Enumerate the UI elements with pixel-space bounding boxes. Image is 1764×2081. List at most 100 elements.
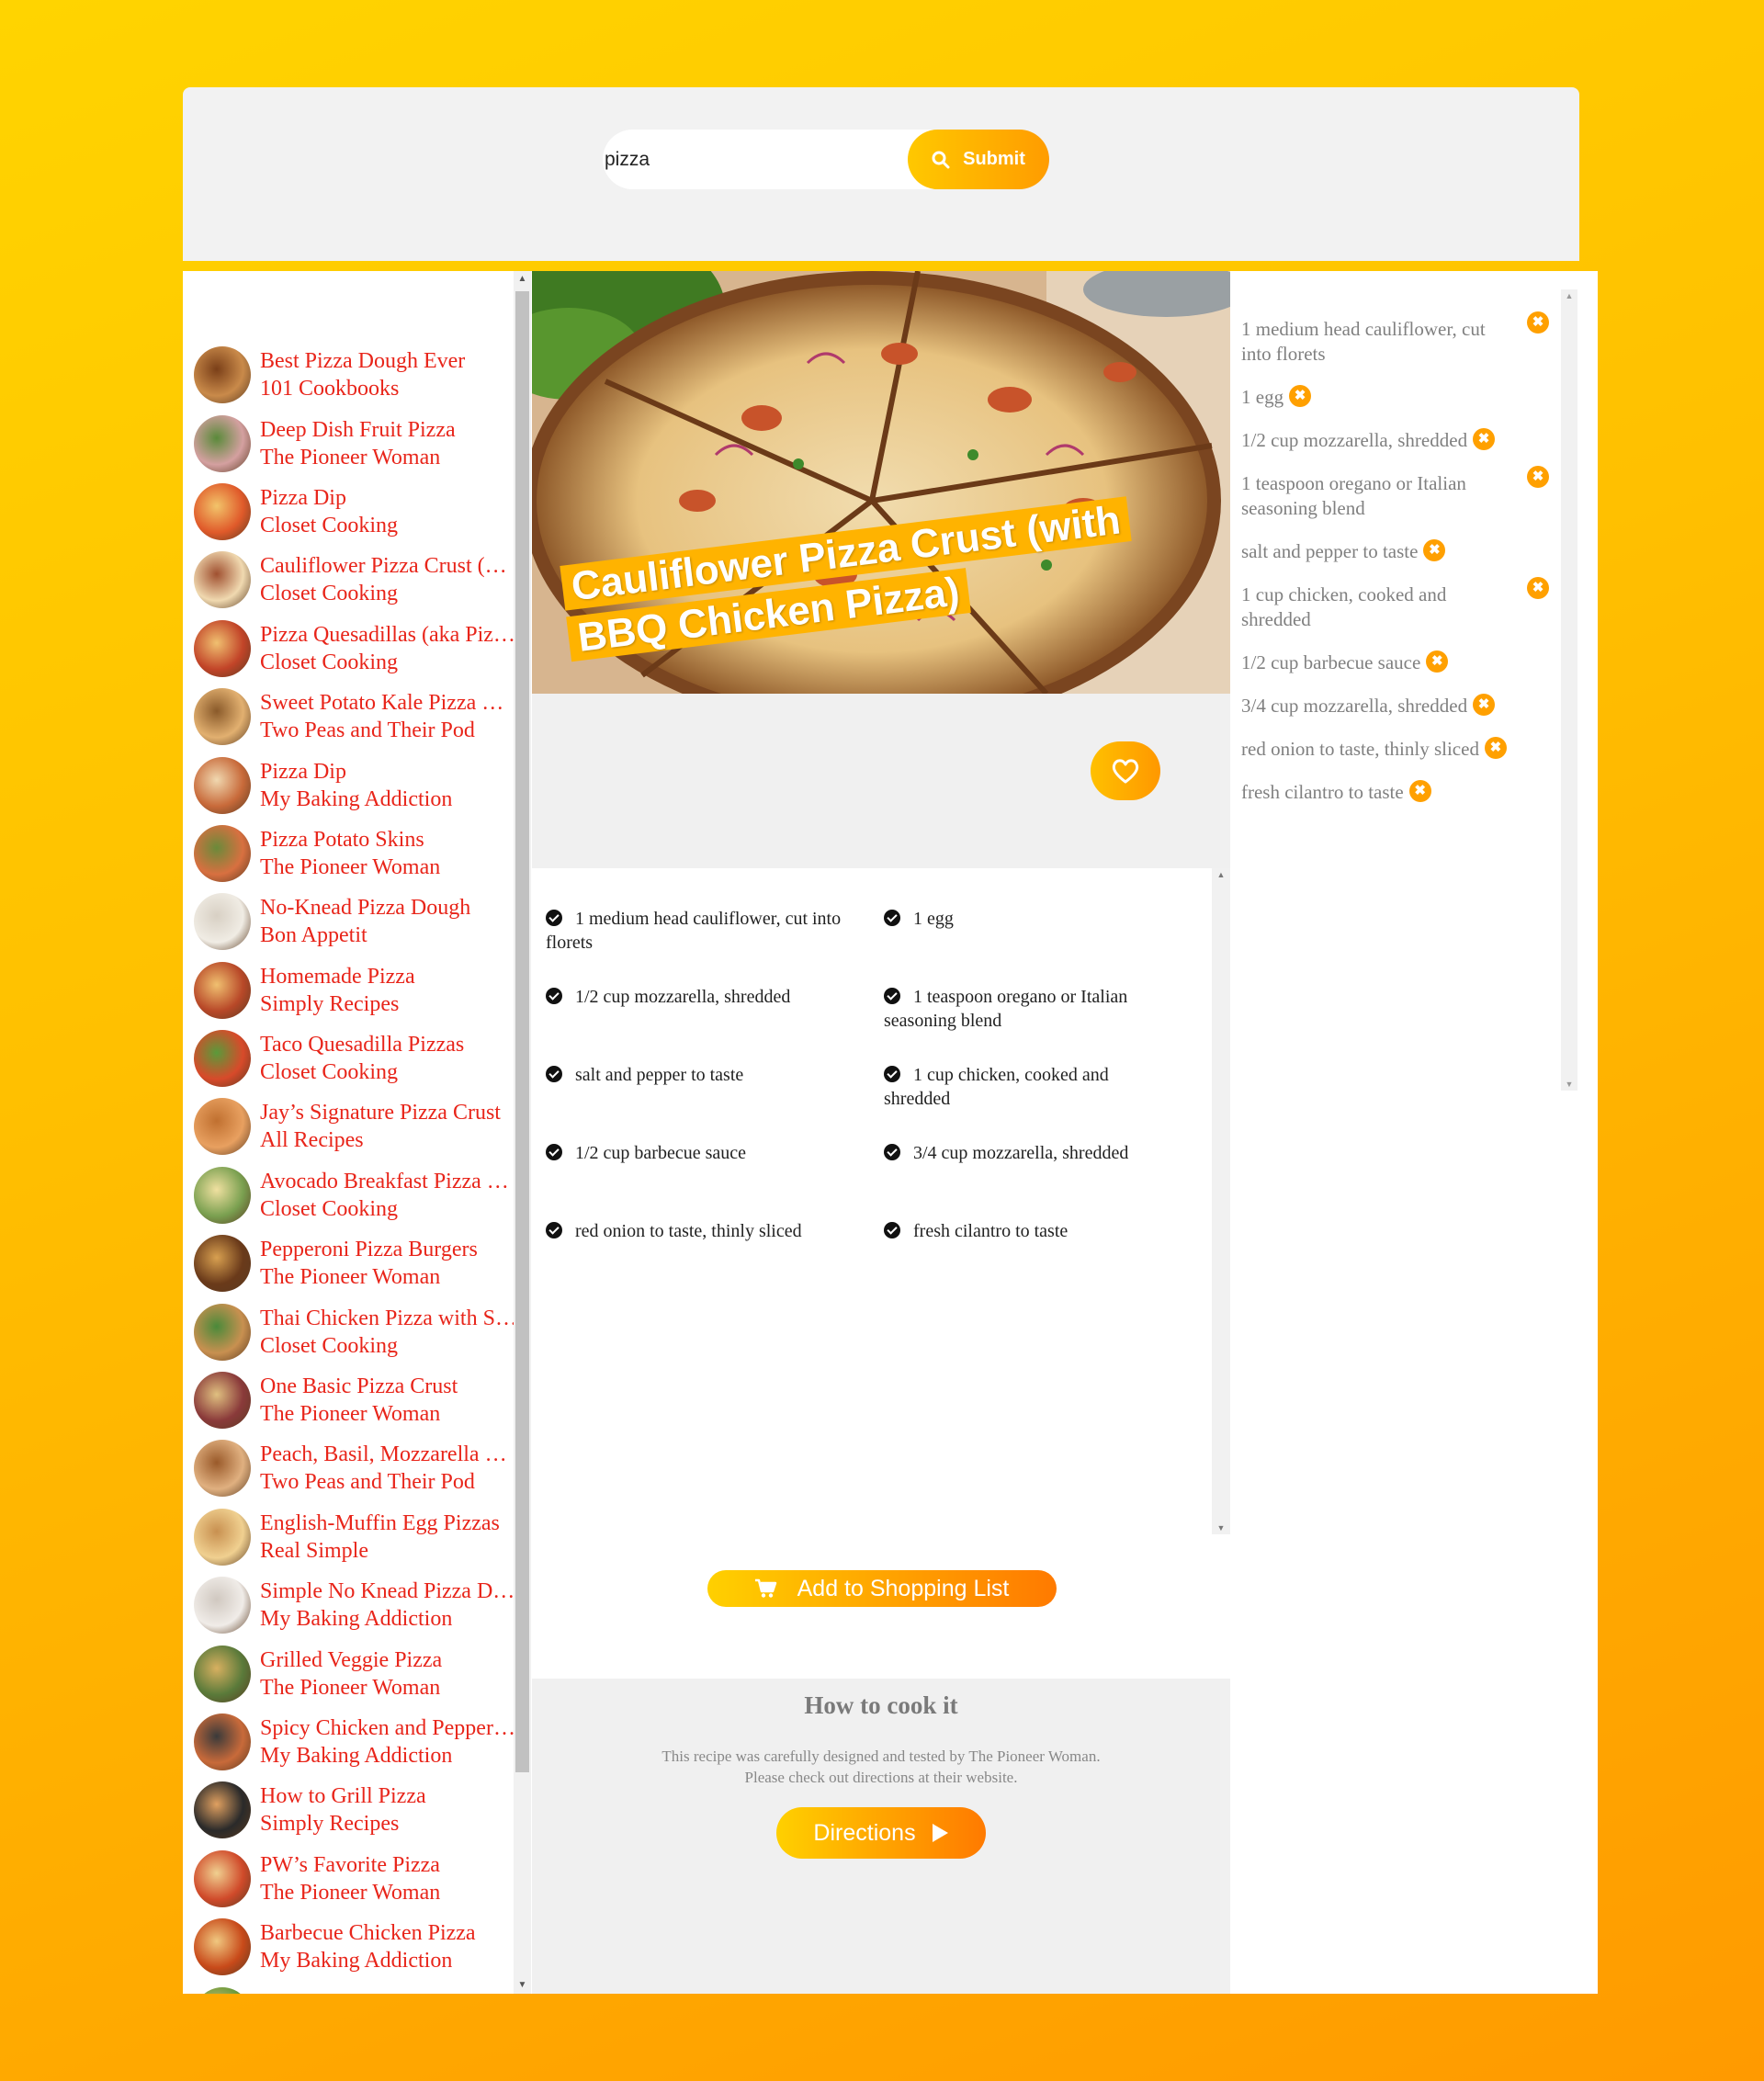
recipe-text: One Basic Pizza Crust The Pioneer Woman <box>260 1373 519 1428</box>
results-scrollbar-thumb[interactable] <box>515 291 529 1772</box>
list-item[interactable]: Best Pizza Dough Ever 101 Cookbooks <box>194 341 525 409</box>
list-item[interactable]: Pizza Dip My Baking Addiction <box>194 751 525 819</box>
scroll-down-icon[interactable]: ▼ <box>1212 1521 1230 1534</box>
remove-icon[interactable]: ✖ <box>1426 650 1449 673</box>
ingredient-item: 1/2 cup mozzarella, shredded <box>546 985 884 1063</box>
recipe-title-link[interactable]: English-Muffin Egg Pizzas <box>260 1510 519 1537</box>
list-item[interactable]: Cauliflower Pizza Crust (with BBQ Chicke… <box>194 546 525 614</box>
list-item[interactable]: English-Muffin Egg Pizzas Real Simple <box>194 1503 525 1571</box>
remove-icon[interactable]: ✖ <box>1527 577 1549 599</box>
list-item[interactable]: How to Grill Pizza Simply Recipes <box>194 1776 525 1844</box>
list-item[interactable]: Pepperoni Pizza Burgers The Pioneer Woma… <box>194 1229 525 1297</box>
recipe-title-link[interactable]: Jay’s Signature Pizza Crust <box>260 1099 519 1126</box>
shopping-item-text: 1/2 cup barbecue sauce <box>1241 651 1421 673</box>
scroll-up-icon[interactable]: ▲ <box>515 271 529 288</box>
list-item[interactable]: Pizza Quesadillas (aka Pizzadillas) Clos… <box>194 615 525 683</box>
remove-icon[interactable]: ✖ <box>1527 466 1549 488</box>
recipe-thumbnail <box>194 688 251 746</box>
list-item[interactable]: Homemade Pizza Simply Recipes <box>194 956 525 1024</box>
recipe-title-link[interactable]: Avocado Breakfast Pizza with Fried Egg <box>260 1168 519 1195</box>
recipe-title-link[interactable]: Pizza Quesadillas (aka Pizzadillas) <box>260 621 519 649</box>
list-item[interactable]: Avocado Pita Pizza with Cilantro Sauce <box>194 1981 525 1994</box>
recipe-title-link[interactable]: Taco Quesadilla Pizzas <box>260 1031 519 1058</box>
recipe-title-link[interactable]: Homemade Pizza <box>260 963 519 990</box>
list-item[interactable]: Avocado Breakfast Pizza with Fried Egg C… <box>194 1161 525 1229</box>
recipe-title-link[interactable]: Barbecue Chicken Pizza <box>260 1919 519 1947</box>
recipe-title-link[interactable]: Thai Chicken Pizza with Sweet Chili Sauc… <box>260 1305 519 1332</box>
recipe-title-link[interactable]: No-Knead Pizza Dough <box>260 894 519 922</box>
search-input[interactable] <box>603 130 933 189</box>
list-item[interactable]: No-Knead Pizza Dough Bon Appetit <box>194 888 525 956</box>
shopping-item-text: red onion to taste, thinly sliced <box>1241 738 1479 760</box>
list-item[interactable]: Pizza Potato Skins The Pioneer Woman <box>194 820 525 888</box>
shopping-list-item: 1/2 cup barbecue sauce ✖ <box>1241 650 1549 675</box>
recipe-title-link[interactable]: Cauliflower Pizza Crust (with BBQ Chicke… <box>260 552 519 580</box>
scroll-down-icon[interactable]: ▼ <box>1561 1078 1577 1091</box>
recipe-title-link[interactable]: Sweet Potato Kale Pizza with Rosemary & … <box>260 689 519 717</box>
shopping-item-text: 1 medium head cauliflower, cut into flor… <box>1241 318 1486 365</box>
recipe-text: Peach, Basil, Mozzarella & Balsamic Pizz… <box>260 1441 519 1496</box>
list-item[interactable]: Deep Dish Fruit Pizza The Pioneer Woman <box>194 409 525 477</box>
results-sidebar[interactable]: Best Pizza Dough Ever 101 Cookbooks Deep… <box>183 271 532 1994</box>
recipe-source: The Pioneer Woman <box>260 854 441 879</box>
list-item[interactable]: Pizza Dip Closet Cooking <box>194 478 525 546</box>
recipe-title-link[interactable]: Pizza Potato Skins <box>260 826 519 854</box>
recipe-text: English-Muffin Egg Pizzas Real Simple <box>260 1510 519 1565</box>
recipe-title-link[interactable]: Deep Dish Fruit Pizza <box>260 416 519 444</box>
directions-button[interactable]: Directions <box>776 1807 986 1859</box>
list-item[interactable]: One Basic Pizza Crust The Pioneer Woman <box>194 1366 525 1434</box>
recipe-text: Taco Quesadilla Pizzas Closet Cooking <box>260 1031 519 1086</box>
recipe-title-link[interactable]: One Basic Pizza Crust <box>260 1373 519 1400</box>
recipe-title-link[interactable]: Pizza Dip <box>260 758 519 786</box>
recipe-title-link[interactable]: Pepperoni Pizza Burgers <box>260 1236 519 1263</box>
remove-icon[interactable]: ✖ <box>1484 737 1507 759</box>
recipe-title-link[interactable]: Best Pizza Dough Ever <box>260 347 519 375</box>
recipe-source: Closet Cooking <box>260 1333 399 1358</box>
list-item[interactable]: Thai Chicken Pizza with Sweet Chili Sauc… <box>194 1297 525 1365</box>
remove-icon[interactable]: ✖ <box>1527 311 1549 334</box>
list-item[interactable]: Barbecue Chicken Pizza My Baking Addicti… <box>194 1913 525 1981</box>
recipe-text: Deep Dish Fruit Pizza The Pioneer Woman <box>260 416 519 471</box>
ingredient-item: salt and pepper to taste <box>546 1063 884 1141</box>
list-item[interactable]: Jay’s Signature Pizza Crust All Recipes <box>194 1092 525 1160</box>
list-item[interactable]: PW’s Favorite Pizza The Pioneer Woman <box>194 1845 525 1913</box>
remove-icon[interactable]: ✖ <box>1473 428 1496 450</box>
list-item[interactable]: Taco Quesadilla Pizzas Closet Cooking <box>194 1024 525 1092</box>
recipe-thumbnail <box>194 824 251 882</box>
shopping-list-scrollbar[interactable]: ▲ ▼ <box>1561 289 1577 1091</box>
list-item[interactable]: Peach, Basil, Mozzarella & Balsamic Pizz… <box>194 1434 525 1502</box>
recipe-source: Real Simple <box>260 1538 368 1563</box>
add-to-shopping-list-button[interactable]: Add to Shopping List <box>707 1570 1057 1607</box>
ingredients-scrollbar[interactable]: ▲ ▼ <box>1212 868 1230 1534</box>
recipe-title-link[interactable]: PW’s Favorite Pizza <box>260 1851 519 1879</box>
recipe-source: My Baking Addiction <box>260 1744 453 1768</box>
scroll-up-icon[interactable]: ▲ <box>1561 289 1577 302</box>
recipe-text: Grilled Veggie Pizza The Pioneer Woman <box>260 1646 519 1702</box>
list-item[interactable]: Grilled Veggie Pizza The Pioneer Woman <box>194 1639 525 1707</box>
favorite-button[interactable] <box>1091 741 1160 800</box>
recipe-title-link[interactable]: Simple No Knead Pizza Dough <box>260 1578 519 1605</box>
recipe-title-link[interactable]: Spicy Chicken and Pepper Jack Pizza <box>260 1714 519 1742</box>
shopping-item-text: 1 cup chicken, cooked and shredded <box>1241 583 1447 630</box>
cart-icon <box>754 1578 776 1598</box>
scroll-down-icon[interactable]: ▼ <box>515 1977 529 1994</box>
recipe-title-link[interactable]: Grilled Veggie Pizza <box>260 1646 519 1674</box>
ingredient-item: 1 teaspoon oregano or Italian seasoning … <box>884 985 1189 1063</box>
remove-icon[interactable]: ✖ <box>1408 780 1431 802</box>
main-content: Best Pizza Dough Ever 101 Cookbooks Deep… <box>183 271 1598 1994</box>
recipe-text: Avocado Breakfast Pizza with Fried Egg C… <box>260 1168 519 1223</box>
remove-icon[interactable]: ✖ <box>1289 385 1312 407</box>
list-item[interactable]: Spicy Chicken and Pepper Jack Pizza My B… <box>194 1708 525 1776</box>
scroll-up-icon[interactable]: ▲ <box>1212 868 1230 881</box>
ingredient-text: fresh cilantro to taste <box>913 1221 1069 1241</box>
remove-icon[interactable]: ✖ <box>1423 539 1446 561</box>
recipe-title-link[interactable]: How to Grill Pizza <box>260 1782 519 1810</box>
recipe-title-link[interactable]: Peach, Basil, Mozzarella & Balsamic Pizz… <box>260 1441 519 1468</box>
list-item[interactable]: Simple No Knead Pizza Dough My Baking Ad… <box>194 1571 525 1639</box>
remove-icon[interactable]: ✖ <box>1473 694 1496 716</box>
submit-button[interactable]: Submit <box>908 130 1049 189</box>
recipe-title-link[interactable]: Pizza Dip <box>260 484 519 512</box>
shopping-list-item: fresh cilantro to taste ✖ <box>1241 780 1549 805</box>
list-item[interactable]: Sweet Potato Kale Pizza with Rosemary & … <box>194 683 525 751</box>
check-icon <box>884 988 900 1004</box>
